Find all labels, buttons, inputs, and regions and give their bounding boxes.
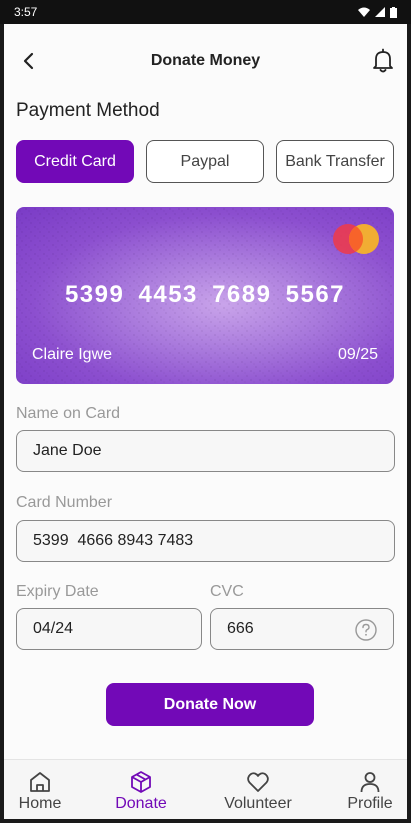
cvc-value: 666 xyxy=(227,620,254,637)
name-on-card-label: Name on Card xyxy=(16,405,121,422)
bell-icon[interactable] xyxy=(371,48,395,74)
donate-box-icon xyxy=(131,771,151,793)
payment-tabs: Credit Card Paypal Bank Transfer xyxy=(16,140,394,183)
nav-label-home: Home xyxy=(18,795,62,812)
nav-item-volunteer[interactable]: Volunteer xyxy=(218,770,298,813)
card-number-field[interactable]: 5399 4666 8943 7483 xyxy=(16,520,395,562)
name-on-card-field[interactable]: Jane Doe xyxy=(16,430,395,472)
nav-label-donate: Donate xyxy=(115,795,167,812)
status-time: 3:57 xyxy=(14,5,38,19)
nav-label-profile: Profile xyxy=(347,795,393,812)
nav-item-home[interactable]: Home xyxy=(16,770,64,813)
bottom-nav: Home Donate Volunteer Profile xyxy=(4,759,407,819)
card-number-display: 5399 4453 7689 5567 xyxy=(64,281,346,308)
mastercard-icon xyxy=(333,224,379,254)
page-title: Donate Money xyxy=(150,52,261,69)
card-number-label: Card Number xyxy=(16,494,113,511)
cvc-label: CVC xyxy=(210,583,244,600)
home-icon xyxy=(30,772,50,792)
donate-screen: Donate Money Payment Method Credit Card … xyxy=(4,24,407,819)
signal-icon xyxy=(375,7,385,17)
card-holder-name: Claire Igwe xyxy=(32,346,113,363)
status-bar: 3:57 xyxy=(0,0,411,24)
expiry-date-field[interactable]: 04/24 xyxy=(16,608,202,650)
card-expiry-display: 09/25 xyxy=(337,346,378,363)
person-icon xyxy=(360,772,380,793)
wifi-icon xyxy=(358,7,370,17)
header: Donate Money xyxy=(4,24,407,98)
donate-now-button[interactable]: Donate Now xyxy=(106,683,314,726)
payment-method-title: Payment Method xyxy=(16,100,160,121)
nav-label-volunteer: Volunteer xyxy=(224,795,292,812)
back-arrow-icon[interactable] xyxy=(18,50,40,72)
heart-icon xyxy=(247,772,269,792)
nav-item-profile[interactable]: Profile xyxy=(344,770,396,813)
tab-paypal[interactable]: Paypal xyxy=(146,140,264,183)
battery-icon xyxy=(390,6,397,18)
status-icons xyxy=(358,6,397,18)
cvc-field[interactable]: 666 xyxy=(210,608,394,650)
expiry-date-label: Expiry Date xyxy=(16,583,99,600)
help-icon[interactable] xyxy=(355,619,377,641)
tab-credit-card[interactable]: Credit Card xyxy=(16,140,134,183)
credit-card-preview: 5399 4453 7689 5567 Claire Igwe 09/25 xyxy=(16,207,394,384)
tab-bank-transfer[interactable]: Bank Transfer xyxy=(276,140,394,183)
nav-item-donate[interactable]: Donate xyxy=(110,770,172,813)
